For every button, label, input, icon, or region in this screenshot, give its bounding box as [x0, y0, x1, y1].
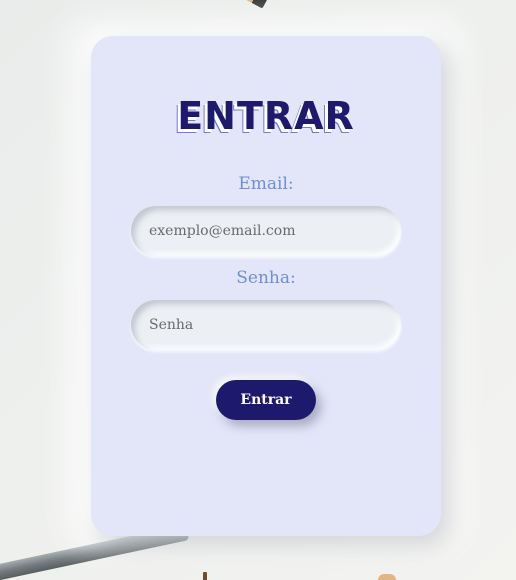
- pencil-icon: [227, 0, 269, 9]
- submit-button[interactable]: Entrar: [216, 380, 316, 420]
- login-card: ENTRAR Email: Senha: Entrar: [91, 36, 441, 536]
- password-label: Senha:: [236, 268, 296, 288]
- password-field[interactable]: [131, 300, 401, 350]
- email-field[interactable]: [131, 206, 401, 256]
- pencil-shaving-decoration: [378, 574, 396, 580]
- email-label: Email:: [238, 174, 294, 194]
- page-title: ENTRAR: [177, 94, 355, 138]
- desk-item-decoration: [203, 572, 207, 580]
